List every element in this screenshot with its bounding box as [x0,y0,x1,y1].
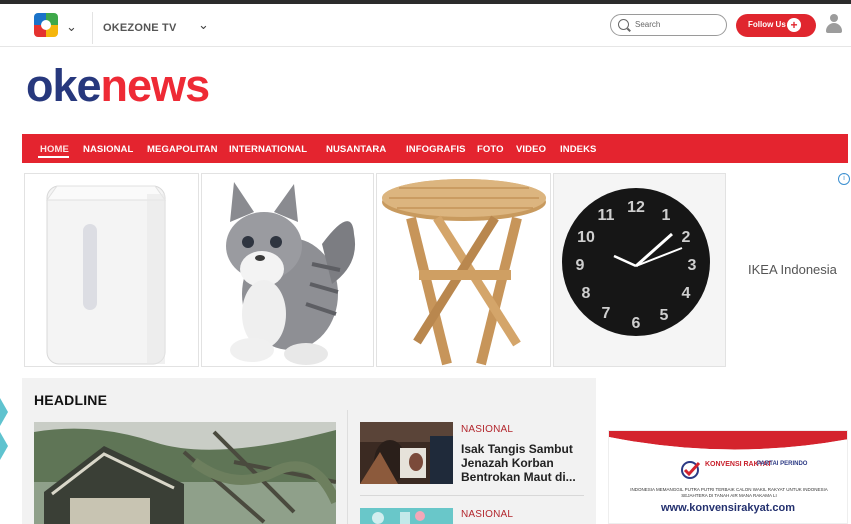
ad-product-storage-box[interactable] [24,173,199,367]
search-icon [618,19,629,30]
ad-product-cat-plush[interactable] [201,173,374,367]
nav-item-video[interactable]: VIDEO [516,144,546,155]
news-photo-2 [360,508,453,524]
news-category-2[interactable]: NASIONAL [461,509,513,520]
clock-number-5: 5 [660,307,669,324]
nav-item-foto[interactable]: FOTO [477,144,504,155]
headline-main-image[interactable] [34,422,336,524]
headline-title: HEADLINE [34,392,108,408]
clock-number-8: 8 [582,285,591,302]
nav-active-indicator [38,156,69,158]
checkmark-logo-icon [681,461,701,479]
nav-item-megapolitan[interactable]: MEGAPOLITAN [147,144,218,155]
topbar-divider [92,12,93,44]
plus-icon: + [787,18,801,32]
channel-label[interactable]: OKEZONE TV [103,22,177,34]
news-photo-1 [360,422,453,484]
side-ad-url[interactable]: www.konvensirakyat.com [609,502,847,514]
red-swoosh-decoration [609,431,847,453]
clock-number-4: 4 [682,285,691,302]
wall-clock-image: 12 1 2 3 4 5 6 7 8 9 10 11 [554,174,725,366]
clock-number-10: 10 [577,229,595,246]
ad-product-wooden-table[interactable] [376,173,551,367]
clock-number-2: 2 [682,229,691,246]
chevron-down-icon[interactable]: ⌄ [66,20,77,33]
nav-item-nusantara[interactable]: NUSANTARA [326,144,386,155]
storage-box-image [46,185,166,365]
headline-divider [347,410,348,524]
side-ad-konvensi-rakyat[interactable]: KONVENSI RAKYAT PARTAI PERINDO INDONESIA… [608,430,848,524]
nav-item-nasional[interactable]: NASIONAL [83,144,133,155]
clock-number-7: 7 [602,305,611,322]
news-title-1[interactable]: Isak Tangis Sambut Jenazah Korban Bentro… [461,442,581,484]
user-account-icon[interactable] [826,14,842,34]
news-thumbnail-2[interactable] [360,508,453,524]
adchoices-icon[interactable]: i [838,173,850,185]
left-edge-decoration [0,398,8,460]
follow-us-button[interactable]: Follow Us + [736,14,816,37]
news-thumbnail-1[interactable] [360,422,453,484]
main-navigation: HOME NASIONAL MEGAPOLITAN INTERNATIONAL … [22,134,848,163]
cat-plush-image [226,182,356,365]
logo-part-news: news [100,60,211,111]
partai-perindo-label: PARTAI PERINDO [757,461,808,467]
advertiser-name[interactable]: IKEA Indonesia [748,262,837,277]
wooden-table-image [382,179,546,366]
follow-us-label: Follow Us [748,20,786,29]
clock-number-3: 3 [688,257,697,274]
okenews-logo[interactable]: okenews [26,60,211,111]
nav-item-home[interactable]: HOME [40,144,69,155]
user-body-shape [826,23,842,33]
channel-chevron-down-icon[interactable]: ⌄ [198,18,209,31]
damaged-house-photo [34,422,336,524]
news-separator [360,495,584,496]
clock-number-9: 9 [576,257,585,274]
ad-product-wall-clock[interactable]: 12 1 2 3 4 5 6 7 8 9 10 11 [553,173,726,367]
search-placeholder: Search [635,20,661,29]
news-category-1[interactable]: NASIONAL [461,424,513,435]
side-ad-tagline: INDONESIA MEMANGGIL PUTRA PUTRI TERBAIK … [630,487,828,498]
clock-number-12: 12 [627,199,645,216]
clock-number-1: 1 [662,207,671,224]
user-head-shape [830,14,838,22]
nav-item-infografis[interactable]: INFOGRAFIS [406,144,466,155]
clock-number-11: 11 [598,207,615,224]
clock-number-6: 6 [632,315,641,332]
logo-part-oke: oke [26,60,102,111]
nav-item-international[interactable]: INTERNATIONAL [229,144,307,155]
okezone-logo-icon[interactable] [34,13,58,37]
search-input[interactable]: Search [610,14,727,36]
nav-item-indeks[interactable]: INDEKS [560,144,597,155]
